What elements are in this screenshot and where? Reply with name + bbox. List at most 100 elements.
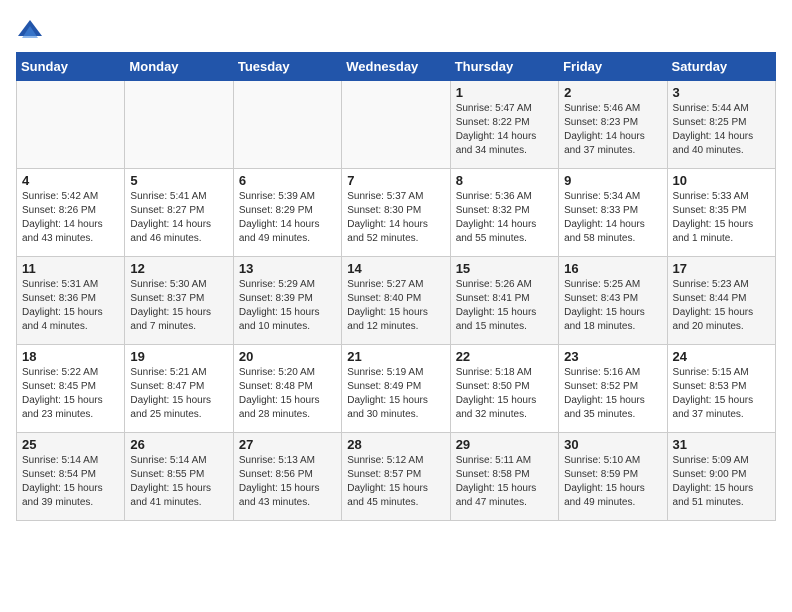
calendar-cell: 17Sunrise: 5:23 AM Sunset: 8:44 PM Dayli… <box>667 257 775 345</box>
day-info: Sunrise: 5:14 AM Sunset: 8:55 PM Dayligh… <box>130 454 227 510</box>
day-number: 11 <box>22 261 119 276</box>
day-number: 31 <box>673 437 770 452</box>
calendar-cell: 8 Sunrise: 5:36 AM Sunset: 8:32 PM Daylig… <box>450 169 558 257</box>
day-number: 5 <box>130 173 227 188</box>
weekday-header: Wednesday <box>342 53 450 81</box>
day-number: 23 <box>564 349 661 364</box>
logo <box>16 16 48 44</box>
day-number: 6 <box>239 173 336 188</box>
day-info: Sunrise: 5:29 AM Sunset: 8:39 PM Dayligh… <box>239 278 336 334</box>
calendar-cell: 27 Sunrise: 5:13 AM Sunset: 8:56 PM Dayli… <box>233 433 341 521</box>
calendar-cell: 6 Sunrise: 5:39 AM Sunset: 8:29 PM Daylig… <box>233 169 341 257</box>
weekday-header: Monday <box>125 53 233 81</box>
weekday-header: Thursday <box>450 53 558 81</box>
day-number: 22 <box>456 349 553 364</box>
day-info: Sunrise: 5:12 AM Sunset: 8:57 PM Dayligh… <box>347 454 444 510</box>
calendar-cell: 19 Sunrise: 5:21 AM Sunset: 8:47 PM Dayli… <box>125 345 233 433</box>
calendar-cell: 13 Sunrise: 5:29 AM Sunset: 8:39 PM Dayli… <box>233 257 341 345</box>
calendar-cell <box>342 81 450 169</box>
day-info: Sunrise: 5:09 AM Sunset: 9:00 PM Dayligh… <box>673 454 770 510</box>
calendar-cell: 23 Sunrise: 5:16 AM Sunset: 8:52 PM Dayli… <box>559 345 667 433</box>
calendar-table: SundayMondayTuesdayWednesdayThursdayFrid… <box>16 52 776 521</box>
day-number: 21 <box>347 349 444 364</box>
calendar-cell: 10 Sunrise: 5:33 AM Sunset: 8:35 PM Dayli… <box>667 169 775 257</box>
day-info: Sunrise: 5:15 AM Sunset: 8:53 PM Dayligh… <box>673 366 770 422</box>
weekday-header: Tuesday <box>233 53 341 81</box>
weekday-header: Saturday <box>667 53 775 81</box>
calendar-cell: 5 Sunrise: 5:41 AM Sunset: 8:27 PM Daylig… <box>125 169 233 257</box>
day-info: Sunrise: 5:11 AM Sunset: 8:58 PM Dayligh… <box>456 454 553 510</box>
calendar-cell: 3 Sunrise: 5:44 AM Sunset: 8:25 PM Daylig… <box>667 81 775 169</box>
calendar-cell: 4 Sunrise: 5:42 AM Sunset: 8:26 PM Daylig… <box>17 169 125 257</box>
calendar-week: 1 Sunrise: 5:47 AM Sunset: 8:22 PM Daylig… <box>17 81 776 169</box>
day-info: Sunrise: 5:14 AM Sunset: 8:54 PM Dayligh… <box>22 454 119 510</box>
calendar-cell: 31 Sunrise: 5:09 AM Sunset: 9:00 PM Dayli… <box>667 433 775 521</box>
day-number: 10 <box>673 173 770 188</box>
day-number: 15 <box>456 261 553 276</box>
calendar-cell: 2Sunrise: 5:46 AM Sunset: 8:23 PM Daylig… <box>559 81 667 169</box>
calendar-cell: 24 Sunrise: 5:15 AM Sunset: 8:53 PM Dayli… <box>667 345 775 433</box>
day-number: 2 <box>564 85 661 100</box>
day-number: 24 <box>673 349 770 364</box>
day-info: Sunrise: 5:21 AM Sunset: 8:47 PM Dayligh… <box>130 366 227 422</box>
calendar-week: 4 Sunrise: 5:42 AM Sunset: 8:26 PM Daylig… <box>17 169 776 257</box>
calendar-cell: 15 Sunrise: 5:26 AM Sunset: 8:41 PM Dayli… <box>450 257 558 345</box>
day-info: Sunrise: 5:41 AM Sunset: 8:27 PM Dayligh… <box>130 190 227 246</box>
calendar-cell: 20Sunrise: 5:20 AM Sunset: 8:48 PM Dayli… <box>233 345 341 433</box>
weekday-header: Sunday <box>17 53 125 81</box>
day-info: Sunrise: 5:10 AM Sunset: 8:59 PM Dayligh… <box>564 454 661 510</box>
day-number: 20 <box>239 349 336 364</box>
day-info: Sunrise: 5:36 AM Sunset: 8:32 PM Dayligh… <box>456 190 553 246</box>
day-number: 3 <box>673 85 770 100</box>
day-number: 4 <box>22 173 119 188</box>
day-number: 26 <box>130 437 227 452</box>
calendar-cell: 11 Sunrise: 5:31 AM Sunset: 8:36 PM Dayli… <box>17 257 125 345</box>
day-info: Sunrise: 5:16 AM Sunset: 8:52 PM Dayligh… <box>564 366 661 422</box>
logo-icon <box>16 16 44 44</box>
day-number: 1 <box>456 85 553 100</box>
calendar-cell: 9 Sunrise: 5:34 AM Sunset: 8:33 PM Daylig… <box>559 169 667 257</box>
calendar-cell: 21 Sunrise: 5:19 AM Sunset: 8:49 PM Dayli… <box>342 345 450 433</box>
weekday-header: Friday <box>559 53 667 81</box>
day-info: Sunrise: 5:25 AM Sunset: 8:43 PM Dayligh… <box>564 278 661 334</box>
calendar-week: 25 Sunrise: 5:14 AM Sunset: 8:54 PM Dayli… <box>17 433 776 521</box>
calendar-cell: 25 Sunrise: 5:14 AM Sunset: 8:54 PM Dayli… <box>17 433 125 521</box>
day-info: Sunrise: 5:33 AM Sunset: 8:35 PM Dayligh… <box>673 190 770 246</box>
day-info: Sunrise: 5:44 AM Sunset: 8:25 PM Dayligh… <box>673 102 770 158</box>
calendar-cell <box>17 81 125 169</box>
day-info: Sunrise: 5:19 AM Sunset: 8:49 PM Dayligh… <box>347 366 444 422</box>
day-info: Sunrise: 5:31 AM Sunset: 8:36 PM Dayligh… <box>22 278 119 334</box>
calendar-cell: 14 Sunrise: 5:27 AM Sunset: 8:40 PM Dayli… <box>342 257 450 345</box>
day-number: 12 <box>130 261 227 276</box>
day-info: Sunrise: 5:47 AM Sunset: 8:22 PM Dayligh… <box>456 102 553 158</box>
day-info: Sunrise: 5:30 AM Sunset: 8:37 PM Dayligh… <box>130 278 227 334</box>
day-info: Sunrise: 5:23 AM Sunset: 8:44 PM Dayligh… <box>673 278 770 334</box>
calendar-cell: 1 Sunrise: 5:47 AM Sunset: 8:22 PM Daylig… <box>450 81 558 169</box>
day-number: 29 <box>456 437 553 452</box>
calendar-week: 18Sunrise: 5:22 AM Sunset: 8:45 PM Dayli… <box>17 345 776 433</box>
calendar-cell <box>233 81 341 169</box>
calendar-header: SundayMondayTuesdayWednesdayThursdayFrid… <box>17 53 776 81</box>
calendar-cell: 30 Sunrise: 5:10 AM Sunset: 8:59 PM Dayli… <box>559 433 667 521</box>
day-number: 7 <box>347 173 444 188</box>
calendar-cell: 16Sunrise: 5:25 AM Sunset: 8:43 PM Dayli… <box>559 257 667 345</box>
day-number: 25 <box>22 437 119 452</box>
day-info: Sunrise: 5:37 AM Sunset: 8:30 PM Dayligh… <box>347 190 444 246</box>
day-number: 13 <box>239 261 336 276</box>
calendar-cell: 18Sunrise: 5:22 AM Sunset: 8:45 PM Dayli… <box>17 345 125 433</box>
calendar-cell: 26 Sunrise: 5:14 AM Sunset: 8:55 PM Dayli… <box>125 433 233 521</box>
day-number: 14 <box>347 261 444 276</box>
day-info: Sunrise: 5:42 AM Sunset: 8:26 PM Dayligh… <box>22 190 119 246</box>
day-info: Sunrise: 5:34 AM Sunset: 8:33 PM Dayligh… <box>564 190 661 246</box>
day-number: 8 <box>456 173 553 188</box>
day-info: Sunrise: 5:26 AM Sunset: 8:41 PM Dayligh… <box>456 278 553 334</box>
day-info: Sunrise: 5:13 AM Sunset: 8:56 PM Dayligh… <box>239 454 336 510</box>
day-info: Sunrise: 5:39 AM Sunset: 8:29 PM Dayligh… <box>239 190 336 246</box>
day-info: Sunrise: 5:27 AM Sunset: 8:40 PM Dayligh… <box>347 278 444 334</box>
day-number: 9 <box>564 173 661 188</box>
day-number: 19 <box>130 349 227 364</box>
day-info: Sunrise: 5:18 AM Sunset: 8:50 PM Dayligh… <box>456 366 553 422</box>
day-number: 30 <box>564 437 661 452</box>
day-info: Sunrise: 5:22 AM Sunset: 8:45 PM Dayligh… <box>22 366 119 422</box>
day-number: 27 <box>239 437 336 452</box>
